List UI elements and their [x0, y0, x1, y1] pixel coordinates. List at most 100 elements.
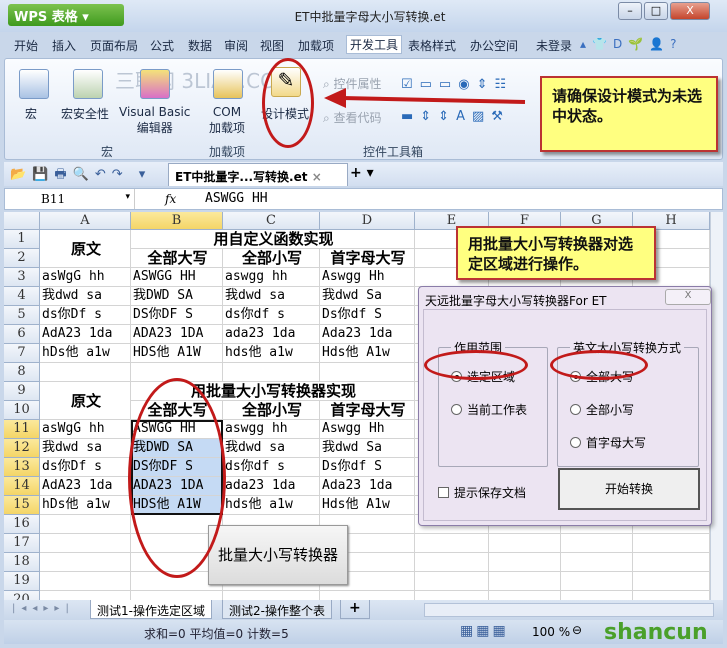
column-header-D[interactable]: D	[320, 212, 415, 230]
start-convert-button[interactable]: 开始转换	[558, 468, 700, 510]
cell[interactable]	[489, 572, 561, 591]
cell[interactable]	[489, 591, 561, 600]
row-header-9[interactable]: 9	[4, 382, 40, 401]
sheet-tab-2[interactable]: 测试2-操作整个表	[222, 600, 332, 619]
row-header-5[interactable]: 5	[4, 306, 40, 325]
cell[interactable]	[415, 553, 489, 572]
cell[interactable]	[561, 591, 633, 600]
mode-upper-radio[interactable]: 全部大写	[570, 368, 634, 385]
table-cell[interactable]: HDS他 A1W	[131, 344, 223, 363]
menu-1[interactable]: 插入	[52, 37, 76, 54]
table-cell[interactable]: 我dwd sa	[40, 439, 131, 458]
cell[interactable]	[561, 553, 633, 572]
cell[interactable]	[40, 591, 131, 600]
cell[interactable]	[633, 534, 710, 553]
prompt-save-checkbox[interactable]: 提示保存文档	[438, 484, 526, 501]
table-cell[interactable]: asWgG hh	[40, 268, 131, 287]
table-cell[interactable]: Aswgg Hh	[320, 268, 415, 287]
menu-4[interactable]: 数据	[188, 37, 212, 54]
cell[interactable]	[40, 363, 131, 382]
quick-access-icons[interactable]: 📂💾🖶🔍↶↷ ▾	[10, 165, 151, 187]
row-header-8[interactable]: 8	[4, 363, 40, 382]
menu-10[interactable]: 办公空间	[470, 37, 518, 54]
dialog-close-button[interactable]: X	[665, 289, 711, 305]
add-sheet-button[interactable]: +	[340, 600, 370, 619]
sheet-tab-1[interactable]: 测试1-操作选定区域	[90, 600, 212, 619]
row-header-4[interactable]: 4	[4, 287, 40, 306]
column-header-C[interactable]: C	[223, 212, 320, 230]
table-cell[interactable]: hDs他 a1w	[40, 496, 131, 515]
row-header-13[interactable]: 13	[4, 458, 40, 477]
table-cell[interactable]: 我dwd Sa	[320, 287, 415, 306]
table-cell[interactable]: Ds你df S	[320, 306, 415, 325]
menu-3[interactable]: 公式	[150, 37, 174, 54]
table-cell[interactable]: ds你Df s	[40, 306, 131, 325]
table-cell[interactable]: 我dwd sa	[40, 287, 131, 306]
cell[interactable]	[320, 363, 415, 382]
row-header-19[interactable]: 19	[4, 572, 40, 591]
menu-8[interactable]: 开发工具	[346, 35, 403, 54]
wps-app-button[interactable]: WPS 表格 ▾	[8, 4, 124, 26]
cell[interactable]	[633, 572, 710, 591]
table-cell[interactable]: hds他 a1w	[223, 496, 320, 515]
close-button[interactable]: X	[670, 2, 710, 20]
cell[interactable]	[131, 591, 223, 600]
name-box[interactable]: B11 ▾	[5, 189, 135, 209]
cell[interactable]	[131, 363, 223, 382]
cell[interactable]	[320, 591, 415, 600]
table-cell[interactable]: ds你Df s	[40, 458, 131, 477]
design-mode-button[interactable]: 设计模式	[261, 105, 309, 122]
cell[interactable]	[40, 553, 131, 572]
row-header-2[interactable]: 2	[4, 249, 40, 268]
cell[interactable]	[561, 534, 633, 553]
table-cell[interactable]: AdA23 1da	[40, 325, 131, 344]
mode-lower-radio[interactable]: 全部小写	[570, 401, 634, 418]
table-cell[interactable]: 我dwd Sa	[320, 439, 415, 458]
select-all-corner[interactable]	[4, 212, 40, 230]
cell[interactable]	[40, 534, 131, 553]
table-cell[interactable]: ds你df s	[223, 458, 320, 477]
row-header-11[interactable]: 11	[4, 420, 40, 439]
menu-0[interactable]: 开始	[14, 37, 38, 54]
row-header-18[interactable]: 18	[4, 553, 40, 572]
horizontal-scrollbar[interactable]	[424, 603, 714, 617]
menu-5[interactable]: 审阅	[224, 37, 248, 54]
row-header-1[interactable]: 1	[4, 230, 40, 249]
table-cell[interactable]: ada23 1da	[223, 477, 320, 496]
zoom-out-button[interactable]: ⊖	[572, 623, 582, 637]
cell[interactable]	[633, 591, 710, 600]
table-cell[interactable]: Hds他 A1w	[320, 344, 415, 363]
row-header-3[interactable]: 3	[4, 268, 40, 287]
close-tab-icon[interactable]: ×	[312, 170, 322, 184]
row-header-6[interactable]: 6	[4, 325, 40, 344]
maximize-button[interactable]: □	[644, 2, 668, 20]
table-cell[interactable]: 我DWD SA	[131, 287, 223, 306]
login-status[interactable]: 未登录	[536, 37, 572, 54]
com-addin-button[interactable]: COM 加载项	[209, 105, 245, 136]
cell[interactable]	[489, 553, 561, 572]
column-header-B[interactable]: B	[131, 212, 223, 230]
cell[interactable]	[561, 572, 633, 591]
table-cell[interactable]: DS你DF S	[131, 306, 223, 325]
minimize-button[interactable]: –	[618, 2, 642, 20]
row-header-10[interactable]: 10	[4, 401, 40, 420]
row-header-7[interactable]: 7	[4, 344, 40, 363]
table-cell[interactable]: aswgg hh	[223, 420, 320, 439]
row-header-15[interactable]: 15	[4, 496, 40, 515]
table-cell[interactable]: Ds你df S	[320, 458, 415, 477]
cell[interactable]	[489, 534, 561, 553]
new-tab-button[interactable]: + ▾	[350, 165, 374, 181]
formula-input[interactable]: ASWGG HH	[205, 191, 268, 206]
table-cell[interactable]: Hds他 A1w	[320, 496, 415, 515]
cell[interactable]	[40, 572, 131, 591]
scope-selection-radio[interactable]: 选定区域	[451, 368, 515, 385]
table-cell[interactable]: Ada23 1da	[320, 477, 415, 496]
menu-7[interactable]: 加载项	[298, 37, 334, 54]
row-header-17[interactable]: 17	[4, 534, 40, 553]
row-header-12[interactable]: 12	[4, 439, 40, 458]
table-cell[interactable]: 我dwd sa	[223, 287, 320, 306]
table-cell[interactable]: AdA23 1da	[40, 477, 131, 496]
row-header-14[interactable]: 14	[4, 477, 40, 496]
table-cell[interactable]: ASWGG HH	[131, 268, 223, 287]
document-tab[interactable]: ET中批量字...写转换.et ×	[168, 163, 348, 186]
